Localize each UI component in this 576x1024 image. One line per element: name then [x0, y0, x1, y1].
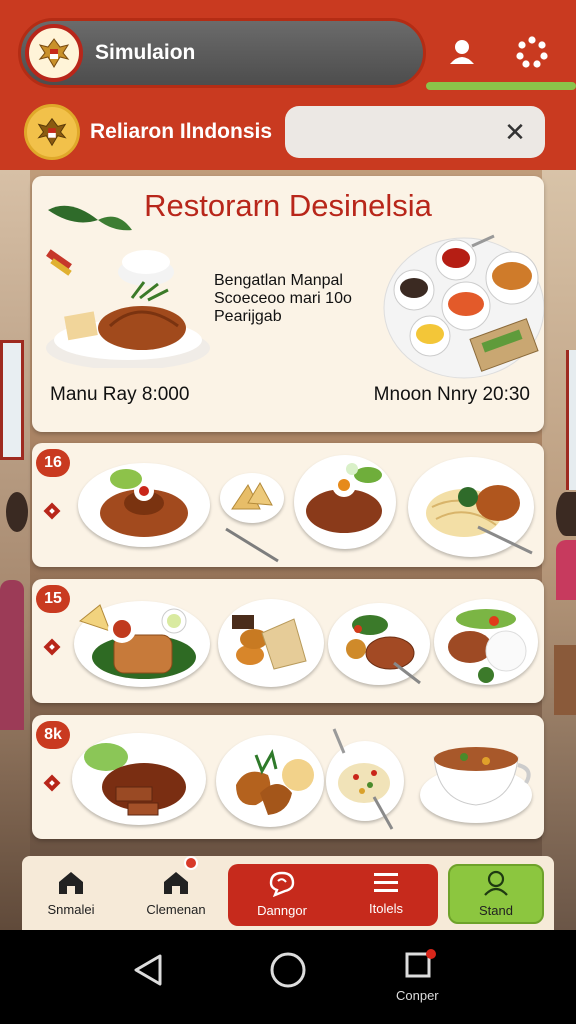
spoon-fork-icon: [332, 728, 394, 830]
menu-icon: [374, 872, 398, 892]
platter-image: [383, 234, 544, 379]
search-bar[interactable]: Simulaion: [18, 18, 426, 88]
app-screen: Simulaion Reliaron Ilndonsis ✕ Restorarn…: [0, 0, 576, 930]
dish-plate[interactable]: [434, 599, 538, 685]
chat-icon: [269, 871, 295, 897]
dish-plate[interactable]: [220, 473, 284, 523]
back-button[interactable]: [130, 950, 166, 990]
progress-accent-line: [426, 82, 576, 90]
samosa-image: [231, 481, 273, 510]
nav-label: Clemenan: [146, 901, 206, 917]
dish-plate[interactable]: [78, 463, 210, 547]
recents-square-icon: [405, 949, 437, 978]
recents-label: Conper: [396, 988, 439, 1003]
roast-dish-image: [46, 205, 210, 368]
dish-plate[interactable]: [72, 733, 206, 825]
opening-hours-left: Manu Ray 8:000: [50, 384, 190, 405]
recents-button[interactable]: Conper: [396, 948, 439, 1003]
nav-item-home[interactable]: Snmalei: [28, 856, 114, 930]
background-diner-right: [556, 540, 576, 600]
background-diner-head: [6, 492, 28, 532]
user-icon: [484, 870, 508, 896]
background-diner: [0, 580, 24, 730]
background-wall-left: [0, 170, 30, 930]
count-badge: 16: [36, 449, 70, 477]
roti-dish-image: [232, 615, 307, 670]
background-table: [554, 645, 576, 715]
garuda-emblem-icon: [24, 104, 80, 160]
profile-icon[interactable]: [442, 32, 482, 72]
diamond-icon: [43, 502, 61, 520]
garuda-emblem-icon: [25, 24, 83, 82]
dish-plate[interactable]: [294, 455, 396, 549]
hero-description: Bengatlan Manpal Scoeceoo mari 10o Peari…: [214, 272, 352, 325]
nav-label: Snmalei: [47, 901, 95, 917]
count-badge: 15: [36, 585, 70, 613]
fried-chicken-image: [236, 748, 314, 815]
search-title: Simulaion: [95, 41, 196, 64]
menu-row[interactable]: 15: [32, 579, 544, 703]
nav-item-tickets[interactable]: Itolels: [340, 856, 432, 930]
noodle-dish-image: [426, 485, 533, 555]
diamond-icon: [43, 638, 61, 656]
fried-tempeh-image: [78, 604, 196, 679]
nav-item-home-alt[interactable]: Clemenan: [130, 856, 222, 930]
back-triangle-icon: [134, 954, 162, 986]
notification-dot: [184, 856, 198, 870]
restaurant-hero-card[interactable]: Restorarn Desinelsia Bengatlan Manpal Sc…: [32, 176, 544, 432]
nav-item-stand[interactable]: Stand: [450, 856, 542, 930]
nav-item-danger[interactable]: Danngor: [234, 856, 330, 930]
soup-bowl-image: [433, 747, 531, 806]
roast-chicken-image: [100, 469, 188, 537]
background-window: [0, 340, 24, 460]
top-app-bar: Simulaion: [0, 0, 576, 96]
rice-set-image: [448, 609, 527, 683]
background-diner-right-head: [556, 492, 576, 536]
dish-plate[interactable]: [216, 735, 324, 827]
bottom-navigation: Snmalei Clemenan Danngor Itolels Stand: [22, 856, 554, 930]
grilled-meat-image: [346, 615, 421, 685]
restaurant-search-input[interactable]: ✕: [285, 106, 545, 158]
home-button[interactable]: [268, 950, 308, 990]
rendang-dish-image: [84, 741, 186, 816]
dish-plate[interactable]: [408, 457, 534, 557]
diamond-icon: [43, 774, 61, 792]
nav-label: Stand: [479, 902, 513, 918]
menu-row[interactable]: 8k: [32, 715, 544, 839]
home-icon: [59, 871, 83, 894]
opening-hours-right: Mnoon Nnry 20:30: [373, 384, 530, 405]
satay-platter-image: [306, 463, 382, 533]
fork-icon: [225, 527, 279, 563]
home-circle-icon: [270, 952, 306, 988]
close-icon[interactable]: ✕: [501, 118, 529, 146]
background-window-right: [566, 350, 576, 490]
nav-label: Danngor: [257, 902, 307, 918]
restaurant-bar: Reliaron Ilndonsis ✕: [0, 96, 576, 170]
restaurant-name: Reliaron Ilndonsis: [90, 120, 273, 143]
dish-plate[interactable]: [328, 603, 430, 685]
home-icon: [164, 871, 188, 894]
loading-dots-icon[interactable]: [512, 32, 552, 72]
nav-label: Itolels: [369, 900, 403, 916]
count-badge: 8k: [36, 721, 70, 749]
menu-row[interactable]: 16: [32, 443, 544, 567]
dish-plate[interactable]: [74, 601, 210, 687]
system-navigation-bar: Conper: [0, 930, 576, 1024]
dish-plate[interactable]: [218, 599, 324, 687]
